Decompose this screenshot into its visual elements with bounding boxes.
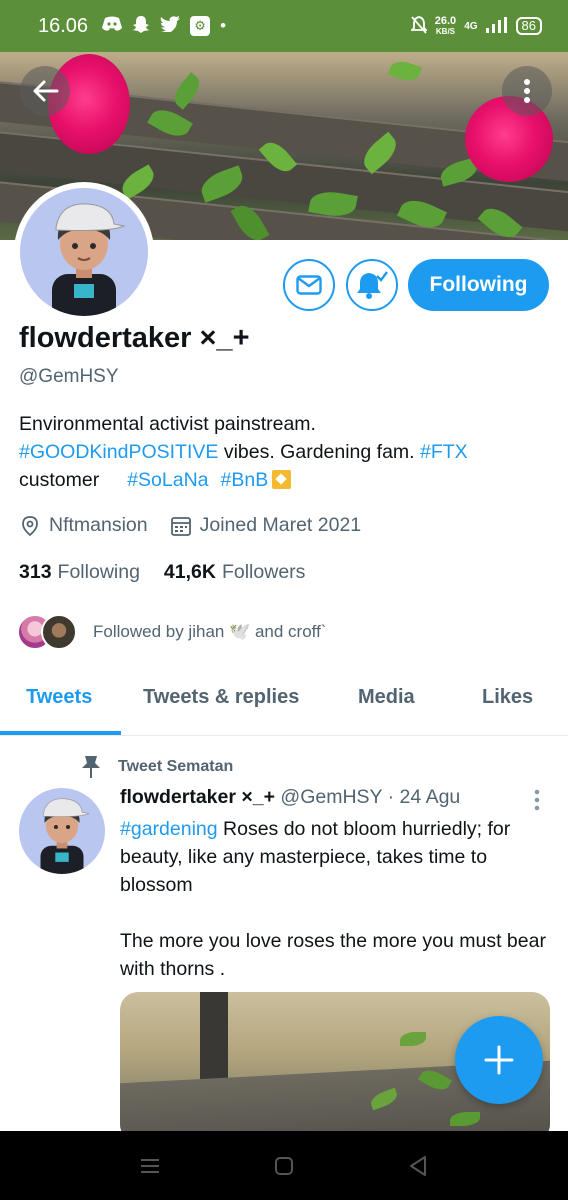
more-options-button[interactable] bbox=[502, 66, 552, 116]
tweet-author-avatar[interactable] bbox=[19, 788, 105, 874]
profile-joined-date: Joined Maret 2021 bbox=[199, 514, 362, 536]
arrow-left-icon bbox=[33, 80, 59, 102]
notification-icons: ⚙ • bbox=[102, 15, 226, 38]
plus-icon bbox=[484, 1045, 514, 1075]
compose-tweet-button[interactable] bbox=[455, 1016, 543, 1104]
followed-by-text: Followed by jihan 🕊️ and croff` bbox=[93, 622, 327, 641]
network-type: 4G bbox=[464, 20, 478, 32]
bio-line: Environmental activist painstream. bbox=[19, 413, 316, 435]
net-speed: 26.0 KB/S bbox=[434, 14, 457, 37]
hashtag-link[interactable]: #FTX bbox=[420, 441, 468, 463]
menu-icon[interactable] bbox=[137, 1153, 163, 1179]
hashtag-link[interactable]: #gardening bbox=[120, 818, 218, 840]
back-button[interactable] bbox=[20, 66, 70, 116]
bio-line: #GOODKindPOSITIVE vibes. Gardening fam. … bbox=[19, 438, 549, 466]
tweet-date: · 24 Agu bbox=[382, 786, 461, 808]
mute-bell-icon bbox=[409, 15, 428, 37]
pin-icon bbox=[82, 756, 100, 778]
following-label: Following bbox=[57, 561, 140, 583]
twitter-icon bbox=[160, 15, 181, 37]
following-stat[interactable]: 313 Following bbox=[19, 561, 140, 584]
location-pin-icon bbox=[22, 515, 38, 536]
dot-icon: • bbox=[220, 16, 227, 35]
snapchat-icon bbox=[132, 15, 151, 38]
followers-count: 41,6K bbox=[163, 561, 216, 583]
tweet-more-icon[interactable] bbox=[532, 788, 542, 812]
hashtag-link[interactable]: #BnB bbox=[221, 469, 269, 491]
tweet-paragraph: The more you love roses the more you mus… bbox=[120, 930, 546, 980]
back-nav-icon[interactable] bbox=[405, 1153, 431, 1179]
hashtag-link[interactable]: #GOODKindPOSITIVE bbox=[19, 441, 218, 463]
profile-meta: Nftmansion Joined Maret 2021 bbox=[19, 514, 361, 537]
avatar bbox=[41, 614, 77, 650]
system-icons: 26.0 KB/S 4G 86 bbox=[409, 14, 542, 37]
signal-icon bbox=[485, 16, 508, 36]
followed-by-row[interactable]: Followed by jihan 🕊️ and croff` bbox=[17, 614, 326, 650]
followers-stat[interactable]: 41,6K Followers bbox=[164, 561, 305, 584]
tweet-text: #gardening Roses do not bloom hurriedly;… bbox=[120, 815, 550, 983]
tab-likes[interactable]: Likes bbox=[482, 686, 533, 709]
hashtag-link[interactable]: #SoLaNa bbox=[127, 469, 208, 491]
follow-stats: 313 Following 41,6K Followers bbox=[19, 561, 305, 584]
tab-tweets[interactable]: Tweets bbox=[26, 686, 92, 709]
message-button[interactable] bbox=[283, 259, 335, 311]
system-navigation-bar bbox=[0, 1131, 568, 1200]
bio-text: customer bbox=[19, 469, 100, 491]
profile-location: Nftmansion bbox=[49, 514, 148, 536]
tab-tweets-replies[interactable]: Tweets & replies bbox=[143, 686, 299, 709]
tab-media[interactable]: Media bbox=[358, 686, 415, 709]
notifications-button[interactable] bbox=[346, 259, 398, 311]
profile-avatar[interactable] bbox=[14, 182, 154, 322]
mail-icon bbox=[296, 275, 322, 295]
net-speed-unit: KB/S bbox=[435, 26, 456, 36]
tweet-author-handle[interactable]: @GemHSY bbox=[280, 786, 382, 808]
status-bar: 16.06 ⚙ • 26.0 KB/S 4G 86 bbox=[0, 0, 568, 52]
home-icon[interactable] bbox=[271, 1153, 297, 1179]
avatar-image bbox=[20, 188, 148, 316]
tweet-paragraph: #gardening Roses do not bloom hurriedly;… bbox=[120, 815, 550, 899]
following-count: 313 bbox=[19, 561, 52, 583]
display-name: flowdertaker ×_+ bbox=[19, 322, 250, 354]
bio-text: vibes. Gardening fam. bbox=[218, 441, 421, 463]
following-button[interactable]: Following bbox=[408, 259, 549, 311]
tweet-author-name[interactable]: flowdertaker ×_+ bbox=[120, 786, 275, 808]
pin-label-text: Tweet Sematan bbox=[118, 758, 234, 775]
net-speed-value: 26.0 bbox=[434, 14, 457, 27]
followers-label: Followers bbox=[221, 561, 306, 583]
battery-level: 86 bbox=[515, 17, 542, 35]
calendar-icon bbox=[170, 516, 191, 536]
bnb-emoji-icon bbox=[272, 470, 292, 489]
bio-line: customer #SoLaNa #BnB bbox=[19, 466, 549, 494]
pinned-tweet-label: Tweet Sematan bbox=[80, 755, 233, 779]
bell-check-icon bbox=[357, 271, 388, 299]
discord-icon bbox=[102, 16, 123, 37]
active-tab-indicator bbox=[0, 731, 121, 735]
status-time: 16.06 bbox=[38, 14, 89, 37]
tweet-header: flowdertaker ×_+ @GemHSY · 24 Agu bbox=[120, 786, 460, 809]
user-handle: @GemHSY bbox=[19, 366, 119, 387]
profile-tabs: Tweets Tweets & replies Media Likes bbox=[0, 668, 568, 736]
profile-bio: Environmental activist painstream. #GOOD… bbox=[19, 410, 549, 494]
more-vertical-icon bbox=[524, 79, 530, 103]
app-icon: ⚙ bbox=[190, 16, 211, 36]
